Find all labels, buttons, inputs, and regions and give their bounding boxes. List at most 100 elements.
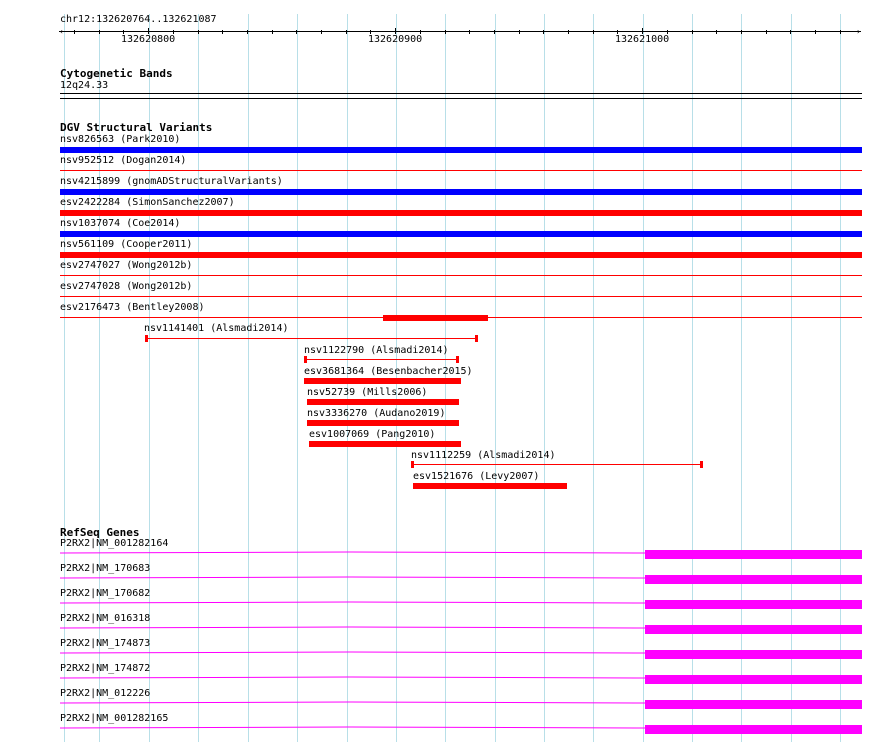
dgv-feature-12-bar[interactable] bbox=[304, 378, 461, 384]
dgv-row-9-segment[interactable] bbox=[383, 315, 488, 321]
ruler-tick bbox=[99, 30, 100, 34]
refseq-gene-8-label: P2RX2|NM_001282165 bbox=[60, 713, 169, 724]
ruler-tick bbox=[296, 30, 297, 34]
grid-line-13 bbox=[643, 14, 644, 742]
refseq-gene-7-intron[interactable] bbox=[60, 700, 650, 706]
dgv-row-3-label: nsv4215899 (gnomADStructuralVariants) bbox=[60, 176, 283, 187]
dgv-feature-10-start-cap bbox=[145, 335, 148, 342]
grid-line-12 bbox=[593, 14, 594, 742]
dgv-feature-10-label: nsv1141401 (Alsmadi2014) bbox=[144, 323, 289, 334]
cytoband-label: 12q24.33 bbox=[60, 80, 109, 91]
ruler-tick bbox=[543, 30, 544, 34]
dgv-feature-16-line[interactable] bbox=[411, 464, 703, 465]
ruler-tick bbox=[716, 30, 717, 34]
dgv-feature-17-label: esv1521676 (Levy2007) bbox=[413, 471, 540, 482]
ruler-label-3: 132621000 bbox=[615, 34, 670, 45]
refseq-gene-1-exon[interactable] bbox=[645, 550, 862, 559]
coordinate-ruler[interactable]: ‹ › 132620800 132620900 132621000 bbox=[59, 24, 863, 48]
cytoband-line-bottom[interactable] bbox=[60, 98, 862, 99]
ruler-tick bbox=[222, 30, 223, 34]
ruler-tick bbox=[469, 30, 470, 34]
refseq-gene-7-exon[interactable] bbox=[645, 700, 862, 709]
dgv-row-7-label: esv2747027 (Wong2012b) bbox=[60, 260, 193, 271]
dgv-track-title: DGV Structural Variants bbox=[60, 121, 213, 134]
refseq-gene-8-exon[interactable] bbox=[645, 725, 862, 734]
refseq-gene-7-label: P2RX2|NM_012226 bbox=[60, 688, 151, 699]
dgv-feature-10-line[interactable] bbox=[145, 338, 478, 339]
refseq-gene-3-exon[interactable] bbox=[645, 600, 862, 609]
genome-browser-view: chr12:132620764..132621087 ‹ › 132620800… bbox=[0, 0, 890, 742]
grid-line-11 bbox=[544, 14, 545, 742]
refseq-gene-2-label: P2RX2|NM_170683 bbox=[60, 563, 151, 574]
ruler-tick bbox=[494, 30, 495, 34]
refseq-gene-1-intron[interactable] bbox=[60, 550, 650, 556]
dgv-row-7-bar[interactable] bbox=[60, 275, 862, 276]
dgv-feature-16-label: nsv1112259 (Alsmadi2014) bbox=[411, 450, 556, 461]
dgv-feature-11-start-cap bbox=[304, 356, 307, 363]
refseq-gene-4-label: P2RX2|NM_016318 bbox=[60, 613, 151, 624]
ruler-label-2: 132620900 bbox=[368, 34, 423, 45]
dgv-row-9-label: esv2176473 (Bentley2008) bbox=[60, 302, 205, 313]
dgv-feature-11-label: nsv1122790 (Alsmadi2014) bbox=[304, 345, 449, 356]
dgv-row-6-label: nsv561109 (Cooper2011) bbox=[60, 239, 193, 250]
refseq-gene-4-intron[interactable] bbox=[60, 625, 650, 631]
dgv-row-8-label: esv2747028 (Wong2012b) bbox=[60, 281, 193, 292]
ruler-tick bbox=[74, 30, 75, 34]
dgv-feature-17-bar[interactable] bbox=[413, 483, 567, 489]
dgv-feature-11-end-cap bbox=[456, 356, 459, 363]
refseq-gene-2-exon[interactable] bbox=[645, 575, 862, 584]
ruler-tick bbox=[790, 30, 791, 34]
dgv-feature-11-line[interactable] bbox=[304, 359, 459, 360]
ruler-tick bbox=[198, 30, 199, 34]
dgv-feature-14-bar[interactable] bbox=[307, 420, 459, 426]
dgv-feature-15-bar[interactable] bbox=[309, 441, 461, 447]
refseq-gene-8-intron[interactable] bbox=[60, 725, 650, 731]
dgv-feature-16-start-cap bbox=[411, 461, 414, 468]
dgv-row-1-label: nsv826563 (Park2010) bbox=[60, 134, 181, 145]
ruler-label-1: 132620800 bbox=[121, 34, 176, 45]
refseq-gene-2-intron[interactable] bbox=[60, 575, 650, 581]
refseq-gene-4-exon[interactable] bbox=[645, 625, 862, 634]
dgv-feature-10-end-cap bbox=[475, 335, 478, 342]
refseq-gene-6-exon[interactable] bbox=[645, 675, 862, 684]
refseq-gene-3-label: P2RX2|NM_170682 bbox=[60, 588, 151, 599]
ruler-tick bbox=[692, 30, 693, 34]
grid-line-5 bbox=[248, 14, 249, 742]
dgv-feature-15-label: esv1007069 (Pang2010) bbox=[309, 429, 436, 440]
refseq-gene-1-label: P2RX2|NM_001282164 bbox=[60, 538, 169, 549]
grid-line-10 bbox=[495, 14, 496, 742]
dgv-row-8-bar[interactable] bbox=[60, 296, 862, 297]
refseq-gene-5-label: P2RX2|NM_174873 bbox=[60, 638, 151, 649]
dgv-row-2-bar[interactable] bbox=[60, 170, 862, 171]
cytoband-track-title: Cytogenetic Bands bbox=[60, 67, 173, 80]
refseq-gene-6-intron[interactable] bbox=[60, 675, 650, 681]
ruler-right-arrow: › bbox=[856, 27, 861, 36]
grid-line-6 bbox=[297, 14, 298, 742]
refseq-gene-5-exon[interactable] bbox=[645, 650, 862, 659]
cytoband-line-top[interactable] bbox=[60, 93, 862, 94]
ruler-left-arrow: ‹ bbox=[59, 27, 64, 36]
ruler-tick bbox=[815, 30, 816, 34]
ruler-tick bbox=[321, 30, 322, 34]
dgv-row-5-label: nsv1037074 (Coe2014) bbox=[60, 218, 181, 229]
dgv-feature-13-label: nsv52739 (Mills2006) bbox=[307, 387, 428, 398]
dgv-row-1-bar[interactable] bbox=[60, 147, 862, 153]
ruler-tick bbox=[247, 30, 248, 34]
dgv-row-4-label: esv2422284 (SimonSanchez2007) bbox=[60, 197, 235, 208]
ruler-tick bbox=[568, 30, 569, 34]
dgv-feature-12-label: esv3681364 (Besenbacher2015) bbox=[304, 366, 473, 377]
refseq-gene-3-intron[interactable] bbox=[60, 600, 650, 606]
ruler-tick bbox=[445, 30, 446, 34]
ruler-tick bbox=[593, 30, 594, 34]
dgv-row-5-bar[interactable] bbox=[60, 231, 862, 237]
dgv-feature-13-bar[interactable] bbox=[307, 399, 459, 405]
ruler-tick bbox=[346, 30, 347, 34]
dgv-row-3-bar[interactable] bbox=[60, 189, 862, 195]
dgv-row-4-bar[interactable] bbox=[60, 210, 862, 216]
refseq-gene-5-intron[interactable] bbox=[60, 650, 650, 656]
ruler-tick bbox=[741, 30, 742, 34]
ruler-tick bbox=[840, 30, 841, 34]
refseq-gene-6-label: P2RX2|NM_174872 bbox=[60, 663, 151, 674]
ruler-tick bbox=[519, 30, 520, 34]
dgv-row-6-bar[interactable] bbox=[60, 252, 862, 258]
